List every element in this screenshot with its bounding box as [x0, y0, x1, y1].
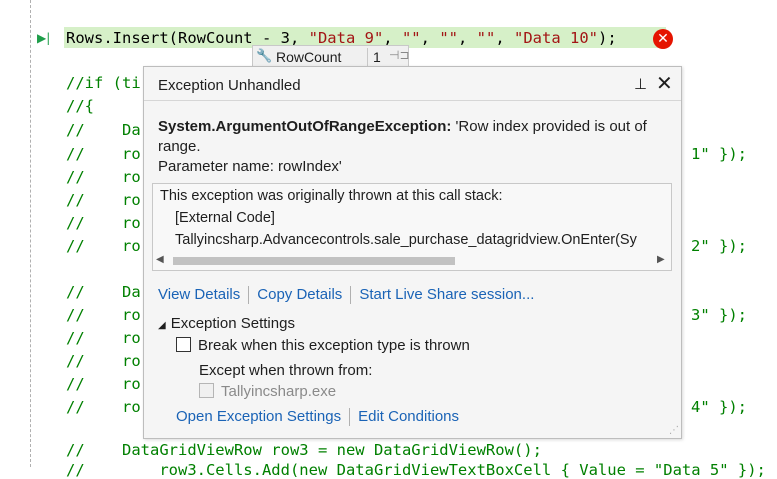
code-line: // ro [66, 168, 141, 186]
datatip-variable-name: RowCount [276, 49, 342, 65]
live-share-link[interactable]: Start Live Share session... [359, 286, 534, 303]
code-token: , [495, 29, 514, 47]
code-line: // ro [66, 237, 141, 255]
settings-links: Open Exception Settings Edit Conditions [176, 408, 459, 427]
string-literal: "" [476, 29, 496, 47]
divider [144, 100, 681, 101]
exception-helper: Exception Unhandled ⊥ ✕ System.ArgumentO… [143, 66, 682, 439]
horizontal-scrollbar[interactable]: ◀ ▶ [153, 250, 671, 270]
datatip[interactable]: 🔧 RowCount 1 ⊣⊐ [252, 45, 410, 68]
pin-icon[interactable]: ⊥ [634, 75, 647, 93]
code-line-partial: // row3.Cells.Add(new DataGridViewTextBo… [66, 461, 766, 479]
pin-icon[interactable]: ⊣⊐ [389, 48, 410, 62]
execution-pointer-icon: ▶| [37, 31, 51, 45]
exception-type: System.ArgumentOutOfRangeException: [158, 118, 452, 135]
code-token: , [420, 29, 440, 47]
collapse-triangle-icon[interactable]: ◢ [158, 320, 166, 331]
code-line: //if (ti [66, 74, 141, 92]
link-separator [350, 286, 352, 305]
resize-grip-icon[interactable]: ⋰ [669, 425, 679, 436]
code-line: // ro [66, 306, 141, 324]
exception-message: System.ArgumentOutOfRangeException: 'Row… [158, 117, 648, 157]
scrollbar-thumb[interactable] [173, 257, 455, 265]
code-token: ); [598, 29, 617, 47]
indent-guide [30, 0, 31, 467]
wrench-icon: 🔧 [256, 48, 273, 63]
call-stack-box[interactable]: This exception was originally thrown at … [152, 183, 672, 271]
exception-settings-header[interactable]: ◢ Exception Settings [158, 315, 295, 332]
error-icon[interactable]: ✕ [653, 29, 673, 49]
code-line: // DataGridViewRow row3 = new DataGridVi… [66, 441, 542, 459]
string-literal: "Data 10" [514, 29, 598, 47]
edit-conditions-link[interactable]: Edit Conditions [358, 408, 459, 425]
code-line-tail: 1" }); [691, 145, 747, 163]
module-exclusion-checkbox [199, 383, 214, 398]
exception-parameter: Parameter name: rowIndex' [158, 158, 342, 175]
exception-title: Exception Unhandled [158, 77, 301, 94]
code-line: // ro [66, 214, 141, 232]
string-literal: "" [439, 29, 458, 47]
code-line: //{ [66, 97, 94, 115]
action-links: View Details Copy Details Start Live Share… [158, 286, 534, 305]
scroll-right-icon[interactable]: ▶ [657, 254, 665, 265]
view-details-link[interactable]: View Details [158, 286, 240, 303]
code-line-tail: 4" }); [691, 398, 747, 416]
module-exclusion-option: Tallyincsharp.exe [199, 383, 336, 400]
code-line-tail: 3" }); [691, 306, 747, 324]
code-line: // Da [66, 121, 141, 139]
open-exception-settings-link[interactable]: Open Exception Settings [176, 408, 341, 425]
datatip-value[interactable]: 1 [373, 49, 381, 65]
code-line: // ro [66, 145, 141, 163]
code-token: , [457, 29, 477, 47]
except-when-thrown-label: Except when thrown from: [199, 362, 373, 379]
code-line: // ro [66, 375, 141, 393]
break-when-thrown-option[interactable]: Break when this exception type is thrown [176, 337, 470, 354]
scroll-left-icon[interactable]: ◀ [156, 254, 164, 265]
code-line: // ro [66, 191, 141, 209]
code-line: // Da [66, 283, 141, 301]
code-line-tail: 2" }); [691, 237, 747, 255]
close-icon[interactable]: ✕ [656, 71, 673, 95]
code-line: // ro [66, 398, 141, 416]
link-separator [248, 286, 250, 305]
break-when-thrown-checkbox[interactable] [176, 337, 191, 352]
datatip-divider [367, 48, 368, 66]
module-exclusion-label: Tallyincsharp.exe [221, 383, 337, 400]
link-separator [349, 408, 351, 427]
code-line: // ro [66, 329, 141, 347]
code-line: // ro [66, 352, 141, 370]
copy-details-link[interactable]: Copy Details [257, 286, 342, 303]
call-stack-frame: [External Code] [175, 210, 275, 226]
call-stack-header: This exception was originally thrown at … [160, 188, 503, 204]
call-stack-frame: Tallyincsharp.Advancecontrols.sale_purch… [175, 232, 637, 248]
break-when-thrown-label: Break when this exception type is thrown [198, 337, 470, 354]
exception-settings-label: Exception Settings [170, 315, 295, 332]
